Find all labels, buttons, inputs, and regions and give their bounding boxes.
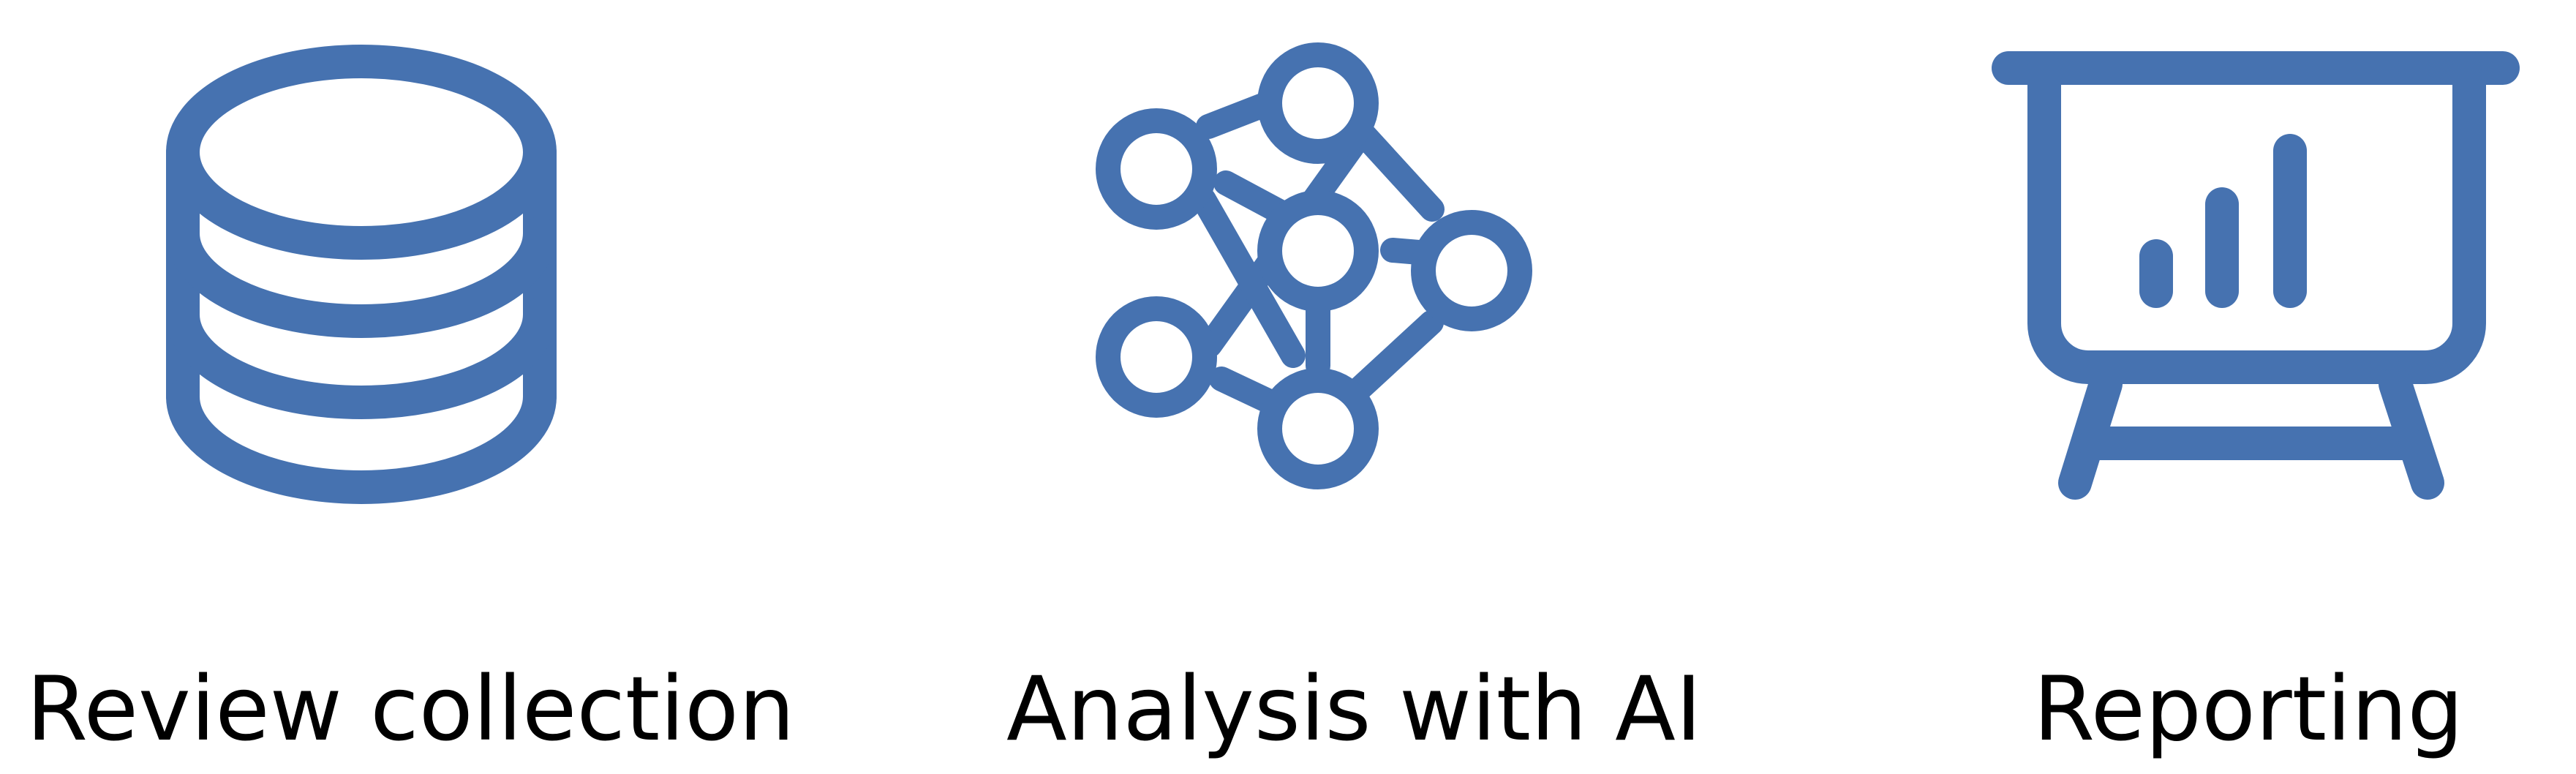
step-review-collection: Review collection (0, 0, 795, 774)
step-reporting: Reporting (1992, 0, 2576, 774)
database-icon (166, 45, 557, 504)
step-label: Review collection (26, 658, 795, 761)
step-label: Analysis with AI (1006, 658, 1702, 761)
network-graph-icon (1096, 42, 1532, 489)
presentation-board-icon (1992, 51, 2520, 500)
process-diagram: { "accent_color": "#4672B0", "steps": [ … (0, 0, 2576, 774)
step-analysis-with-ai: Analysis with AI (977, 0, 1709, 774)
step-label: Reporting (2033, 658, 2464, 761)
